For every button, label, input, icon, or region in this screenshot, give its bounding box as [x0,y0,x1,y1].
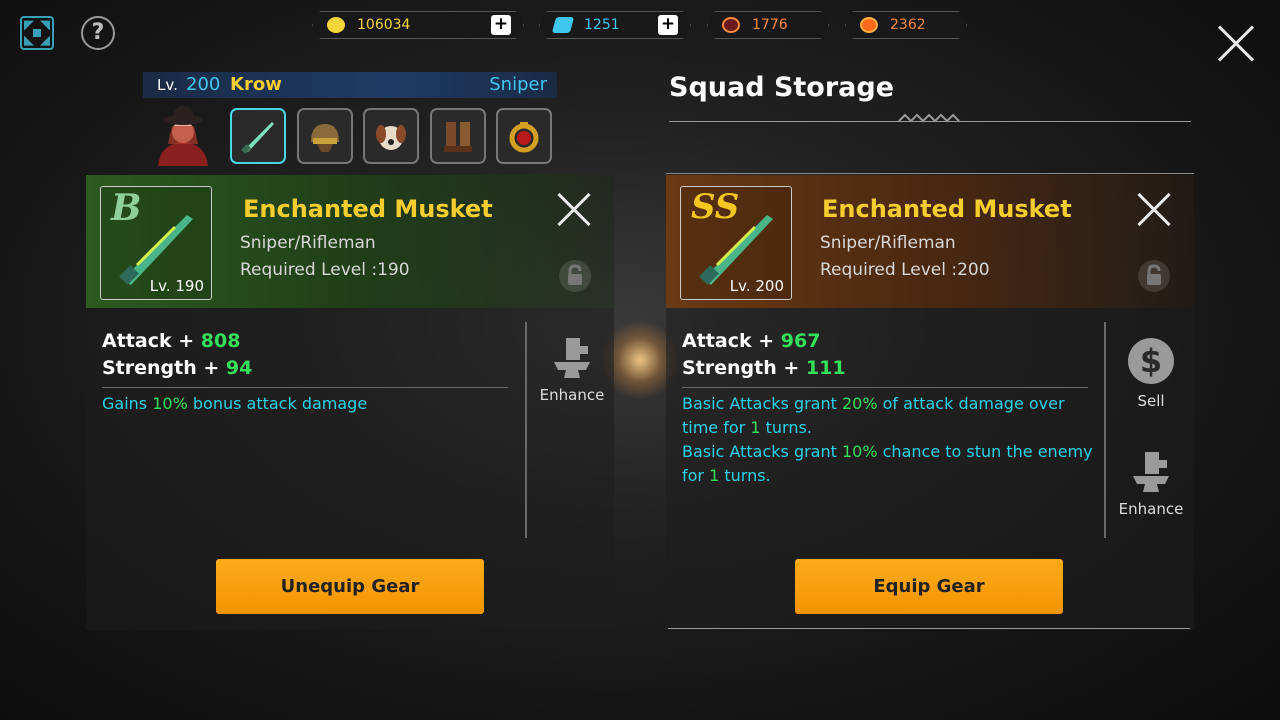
effect-text: Gains [102,394,153,413]
effect-text: turns. [760,418,812,437]
storage-stat-strength: Strength + 111 [682,357,846,379]
medal-currency: 2362 [845,11,967,39]
attack-label: Attack + [102,330,201,352]
medal-amount: 2362 [890,17,926,33]
equipped-stat-strength: Strength + 94 [102,357,252,379]
storage-top-line [666,173,1194,174]
ring-icon [509,122,539,153]
strength-label: Strength + [682,357,806,379]
equipped-item-name: Enchanted Musket [243,195,493,223]
slot-boots[interactable] [430,108,486,164]
effect-text: time for [682,418,751,437]
strength-value: 94 [225,357,253,379]
sell-button[interactable]: $ Sell [1111,338,1191,410]
effect-highlight: 10% [152,394,188,413]
effect-text: of attack damage over [877,394,1065,413]
helmet-icon [311,124,339,152]
close-icon[interactable] [1216,22,1256,62]
storage-bottom-line [668,628,1190,629]
character-name: Krow [230,74,282,95]
equipped-effect: Gains 10% bonus attack damage [102,392,367,416]
expand-icon[interactable]: ◤ ◥ ◣ ◢ [20,16,54,50]
effect-highlight: 10% [841,442,878,461]
boots-icon [444,122,472,152]
enhance-storage-button[interactable]: Enhance [1111,450,1191,518]
storage-item-type: Sniper/Rifleman [820,233,956,253]
stamina-currency: 1776 [707,11,829,39]
lock-icon[interactable] [559,260,591,292]
slot-pet[interactable] [363,108,419,164]
effect-text: turns. [719,466,771,485]
level-prefix: Lv. [157,76,178,94]
strength-value: 111 [805,357,846,379]
storage-effect-2: Basic Attacks grant 10% chance to stun t… [682,440,1093,488]
strength-label: Strength + [102,357,226,379]
slot-ring[interactable] [496,108,552,164]
musket-icon [119,215,193,285]
musket-icon [699,215,773,285]
unequip-gear-button[interactable]: Unequip Gear [216,559,484,614]
effect-highlight: 20% [841,394,878,413]
stamina-icon [722,17,740,33]
equip-gear-button[interactable]: Equip Gear [795,559,1063,614]
effect-text: Basic Attacks grant [682,394,842,413]
diamond-icon [552,17,574,33]
slot-helmet[interactable] [297,108,353,164]
attack-value: 808 [200,330,241,352]
add-gold-button[interactable]: + [491,15,511,35]
enhance-label: Enhance [1118,500,1184,518]
attack-value: 967 [780,330,821,352]
character-level: 200 [186,74,221,95]
character-portrait-avatar [158,106,208,166]
storage-item-name: Enchanted Musket [822,195,1072,223]
medal-icon [860,17,878,33]
equipped-item-type: Sniper/Rifleman [240,233,376,253]
stat-divider [102,387,508,388]
diamond-amount: 1251 [584,17,620,33]
effect-text: chance to stun the enemy [877,442,1093,461]
stamina-amount: 1776 [752,17,788,33]
action-divider [1104,322,1106,538]
dollar-icon: $ [1128,338,1174,384]
equipped-required-level: Required Level :190 [240,260,410,280]
storage-required-level: Required Level :200 [820,260,990,280]
effect-highlight: 1 [750,418,761,437]
storage-effect-1: Basic Attacks grant 20% of attack damage… [682,392,1065,440]
storage-item-icon-frame: SS Lv. 200 [680,186,792,300]
stat-divider [682,387,1088,388]
enhance-equipped-button[interactable]: Enhance [532,336,612,404]
help-icon[interactable]: ? [81,16,115,50]
pet-icon [376,125,406,150]
slot-weapon[interactable] [230,108,286,164]
gold-coin-icon [327,17,345,33]
gold-amount: 106034 [357,17,411,33]
equipped-item-level: Lv. 190 [149,277,204,295]
equipped-item-icon-frame: B Lv. 190 [100,186,212,300]
diamond-currency: 1251 + [539,11,691,39]
effect-highlight: 1 [709,466,720,485]
gold-currency: 106034 + [312,11,524,39]
equipped-stat-attack: Attack + 808 [102,330,240,352]
anvil-icon [1133,452,1169,492]
musket-icon [241,122,274,154]
anvil-icon [554,338,590,378]
character-bar: Lv. 200 Krow Sniper [143,72,557,98]
effect-text: Basic Attacks grant [682,442,842,461]
close-equipped-icon[interactable] [556,190,592,226]
lock-icon[interactable] [1138,260,1170,292]
storage-item-level: Lv. 200 [729,277,784,295]
action-divider [525,322,527,538]
divider-ornament [898,113,960,123]
effect-text: for [682,466,710,485]
add-diamond-button[interactable]: + [658,15,678,35]
enhance-label: Enhance [539,386,605,404]
attack-label: Attack + [682,330,781,352]
storage-stat-attack: Attack + 967 [682,330,820,352]
close-storage-icon[interactable] [1136,190,1172,226]
character-class: Sniper [489,74,547,95]
storage-title: Squad Storage [669,72,895,103]
sell-label: Sell [1137,392,1165,410]
effect-text: bonus attack damage [187,394,368,413]
